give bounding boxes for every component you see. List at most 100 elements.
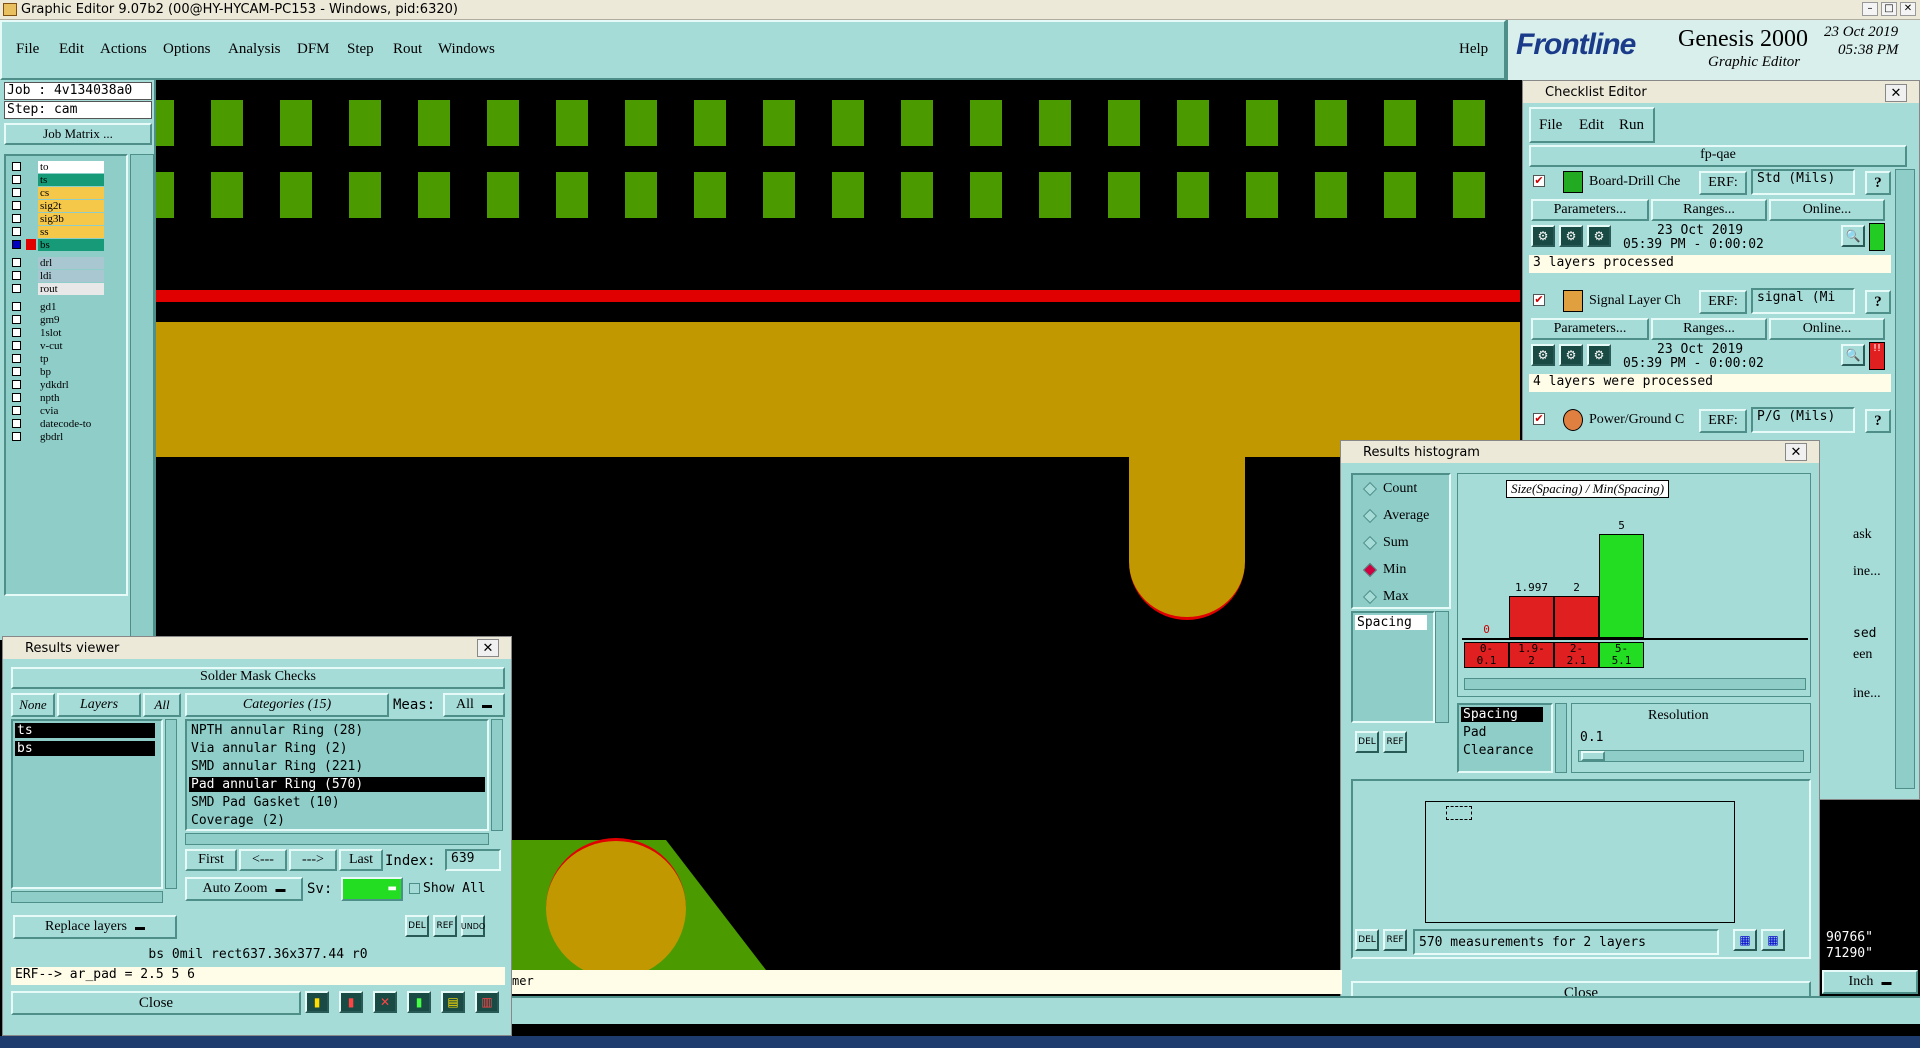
ref-icon[interactable]: REF bbox=[1383, 731, 1407, 753]
layer-checkbox[interactable] bbox=[12, 341, 21, 350]
category-item[interactable]: Via annular Ring (2) bbox=[191, 741, 348, 756]
ranges-button[interactable]: Ranges... bbox=[1651, 318, 1767, 340]
layer-list-scrollbar[interactable] bbox=[130, 154, 154, 640]
measure-item-selected[interactable]: Spacing bbox=[1355, 615, 1427, 630]
layer-checkbox[interactable] bbox=[12, 432, 21, 441]
check-help-button[interactable]: ? bbox=[1865, 171, 1891, 195]
run-all-icon[interactable]: ⚙ bbox=[1559, 225, 1583, 247]
category-item[interactable]: Coverage (2) bbox=[191, 813, 285, 828]
layer-row-sig2t[interactable]: sig2t bbox=[12, 199, 104, 212]
index-input[interactable]: 639 bbox=[445, 849, 501, 871]
menu-help[interactable]: Help bbox=[1459, 41, 1488, 58]
layer-checkbox[interactable] bbox=[12, 302, 21, 311]
histogram-bar[interactable] bbox=[1599, 534, 1644, 638]
layer-checkbox[interactable] bbox=[12, 315, 21, 324]
parameters-button[interactable]: Parameters... bbox=[1531, 318, 1649, 340]
ranges-button[interactable]: Ranges... bbox=[1651, 199, 1767, 221]
check-name[interactable]: Power/Ground C bbox=[1589, 412, 1699, 428]
histogram-bar[interactable] bbox=[1509, 596, 1554, 638]
layer-row-v-cut[interactable]: v-cut bbox=[12, 339, 104, 352]
check-erf-button[interactable]: ERF: bbox=[1699, 171, 1747, 195]
attribute-selected[interactable]: Spacing bbox=[1461, 707, 1543, 722]
menu-file[interactable]: File bbox=[16, 41, 39, 58]
resolution-slider[interactable] bbox=[1578, 750, 1804, 762]
layer-row-tp[interactable]: tp bbox=[12, 352, 104, 365]
histogram-bar[interactable] bbox=[1554, 596, 1599, 638]
layer-checkbox[interactable] bbox=[12, 201, 21, 210]
attribute-item[interactable]: Pad bbox=[1463, 725, 1486, 740]
layer-row-ydkdrl[interactable]: ydkdrl bbox=[12, 378, 104, 391]
undo-icon[interactable]: UNDO bbox=[461, 915, 485, 937]
results-close-button[interactable]: Close bbox=[11, 991, 301, 1015]
menu-edit[interactable]: Edit bbox=[59, 41, 84, 58]
measure-scrollbar[interactable] bbox=[1435, 611, 1449, 723]
layer-checkbox[interactable] bbox=[12, 175, 21, 184]
layer-row-datecode-to[interactable]: datecode-to bbox=[12, 417, 104, 430]
layer-row-to[interactable]: to bbox=[12, 160, 104, 173]
layer-checkbox[interactable] bbox=[12, 380, 21, 389]
online-button[interactable]: Online... bbox=[1769, 199, 1885, 221]
run-icon[interactable]: ⚙ bbox=[1531, 344, 1555, 366]
layer-row-gd1[interactable]: gd1 bbox=[12, 300, 104, 313]
prev-button[interactable]: <--- bbox=[239, 849, 287, 871]
layer-checkbox[interactable] bbox=[12, 240, 21, 249]
layer-checkbox[interactable] bbox=[12, 284, 21, 293]
layer-checkbox[interactable] bbox=[12, 162, 21, 171]
tool-icon-4[interactable]: ▮ bbox=[407, 991, 431, 1013]
check-erf-button[interactable]: ERF: bbox=[1699, 290, 1747, 314]
job-matrix-button[interactable]: Job Matrix ... bbox=[4, 123, 152, 145]
check-enable-checkbox[interactable]: ✔ bbox=[1533, 413, 1545, 425]
categories-button[interactable]: Categories (15) bbox=[185, 693, 389, 717]
check-erf-button[interactable]: ERF: bbox=[1699, 409, 1747, 433]
layer-row-cs[interactable]: cs bbox=[12, 186, 104, 199]
category-item[interactable]: NPTH annular Ring (28) bbox=[191, 723, 363, 738]
layer-checkbox[interactable] bbox=[12, 367, 21, 376]
last-button[interactable]: Last bbox=[339, 849, 383, 871]
checklist-close-icon[interactable]: ✕ bbox=[1885, 84, 1907, 102]
layer-row-ss[interactable]: ss bbox=[12, 225, 104, 238]
mode-sum[interactable]: Sum bbox=[1362, 535, 1409, 551]
category-item[interactable]: SMD annular Ring (221) bbox=[191, 759, 363, 774]
tool-icon-2[interactable]: ▮ bbox=[339, 991, 363, 1013]
layer-row-ldi[interactable]: ldi bbox=[12, 269, 104, 282]
ref-icon[interactable]: REF bbox=[433, 915, 457, 937]
checklist-menu-edit[interactable]: Edit bbox=[1579, 117, 1604, 134]
attribute-item[interactable]: Clearance bbox=[1463, 743, 1533, 758]
histogram-icon[interactable]: ▥ bbox=[475, 991, 499, 1013]
category-item-selected[interactable]: Pad annular Ring (570) bbox=[189, 777, 485, 792]
layers-button[interactable]: Layers bbox=[57, 693, 141, 717]
menu-dfm[interactable]: DFM bbox=[297, 41, 330, 58]
layer-row-bs[interactable]: bs bbox=[12, 238, 104, 251]
check-enable-checkbox[interactable]: ✔ bbox=[1533, 294, 1545, 306]
layers-alt-icon[interactable]: ▦ bbox=[1761, 929, 1785, 951]
layer-checkbox[interactable] bbox=[12, 354, 21, 363]
units-dropdown[interactable]: Inch ▬ bbox=[1822, 970, 1918, 994]
checklist-menu-run[interactable]: Run bbox=[1619, 117, 1644, 134]
tool-icon-5[interactable]: ▤ bbox=[441, 991, 465, 1013]
layer-row-rout[interactable]: rout bbox=[12, 282, 104, 295]
layer-checkbox[interactable] bbox=[12, 419, 21, 428]
slider-thumb[interactable] bbox=[1581, 751, 1605, 761]
check-erf-value[interactable]: signal (Mi bbox=[1751, 288, 1855, 314]
next-button[interactable]: ---> bbox=[289, 849, 337, 871]
layer-row-gm9[interactable]: gm9 bbox=[12, 313, 104, 326]
run-all-icon[interactable]: ⚙ bbox=[1559, 344, 1583, 366]
ref-icon[interactable]: REF bbox=[1383, 929, 1407, 951]
zoom-results-icon[interactable]: 🔍 bbox=[1841, 344, 1865, 366]
menu-actions[interactable]: Actions bbox=[100, 41, 147, 58]
show-all-checkbox[interactable] bbox=[409, 883, 420, 894]
online-button[interactable]: Online... bbox=[1769, 318, 1885, 340]
stop-icon[interactable]: ⚙ bbox=[1587, 225, 1611, 247]
layer-checkbox[interactable] bbox=[12, 258, 21, 267]
stop-icon[interactable]: ⚙ bbox=[1587, 344, 1611, 366]
tool-icon-3[interactable]: ✕ bbox=[373, 991, 397, 1013]
layer-row-bp[interactable]: bp bbox=[12, 365, 104, 378]
sv-color-dropdown[interactable]: ▬ bbox=[341, 877, 403, 901]
mode-average[interactable]: Average bbox=[1362, 508, 1429, 524]
menu-options[interactable]: Options bbox=[163, 41, 211, 58]
checklist-menu-file[interactable]: File bbox=[1539, 117, 1562, 134]
run-icon[interactable]: ⚙ bbox=[1531, 225, 1555, 247]
layer-checkbox[interactable] bbox=[12, 406, 21, 415]
check-name[interactable]: Board-Drill Che bbox=[1589, 174, 1699, 190]
layer-row-cvia[interactable]: cvia bbox=[12, 404, 104, 417]
